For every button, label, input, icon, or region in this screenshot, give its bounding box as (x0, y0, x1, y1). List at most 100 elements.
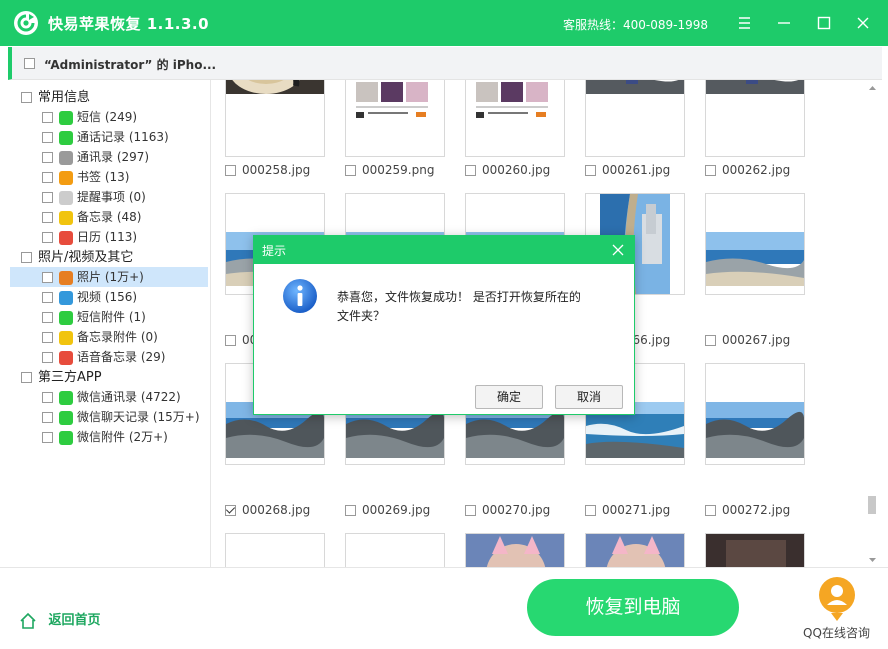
photo-filename: 000262.jpg (722, 163, 791, 177)
category-row[interactable]: 第三方APP (0, 367, 208, 387)
scrollbar-thumb[interactable] (868, 496, 876, 514)
photo-thumbnail[interactable] (465, 80, 565, 157)
reminder-icon (59, 190, 73, 205)
sidebar-item[interactable]: 视频 (156) (10, 287, 208, 307)
photo-checkbox[interactable] (465, 505, 476, 516)
sidebar-item[interactable]: 书签 (13) (10, 167, 208, 187)
sidebar-item-checkbox[interactable] (42, 232, 53, 243)
back-home-label: 返回首页 (48, 613, 101, 628)
sidebar-item-checkbox[interactable] (42, 132, 53, 143)
scroll-down-icon[interactable] (865, 554, 880, 566)
qq-consult-label: QQ在线咨询 (803, 626, 870, 640)
category-checkbox[interactable] (21, 252, 32, 263)
photo-thumbnail[interactable] (585, 533, 685, 567)
photo-checkbox[interactable] (345, 505, 356, 516)
maximize-icon[interactable] (811, 10, 837, 36)
category-row[interactable]: 常用信息 (0, 87, 208, 107)
dialog-close-icon[interactable] (610, 242, 626, 258)
minimize-icon[interactable] (771, 10, 797, 36)
photo-thumbnail[interactable] (585, 80, 685, 157)
sidebar-item[interactable]: 通讯录 (297) (10, 147, 208, 167)
sidebar-item-label: 书签 (13) (77, 170, 130, 184)
photo-filename-row: 000272.jpg (705, 502, 790, 518)
photo-thumbnail[interactable] (345, 80, 445, 157)
sidebar-item-checkbox[interactable] (42, 212, 53, 223)
device-checkbox[interactable] (24, 58, 35, 69)
photo-thumbnail[interactable] (705, 533, 805, 567)
dialog-cancel-button[interactable]: 取消 (555, 385, 623, 409)
photo-filename-row: 000260.jpg (465, 162, 550, 178)
photo-checkbox[interactable] (465, 165, 476, 176)
photo-thumbnail[interactable] (705, 363, 805, 465)
sidebar-item-checkbox[interactable] (42, 412, 53, 423)
sidebar-item-checkbox[interactable] (42, 172, 53, 183)
sidebar-item-label: 日历 (113) (77, 230, 138, 244)
photo-thumbnail[interactable] (225, 80, 325, 157)
gallery-scrollbar[interactable] (865, 80, 880, 567)
sidebar-item[interactable]: 短信 (249) (10, 107, 208, 127)
sidebar-item[interactable]: 通话记录 (1163) (10, 127, 208, 147)
photo-thumbnail[interactable] (465, 533, 565, 567)
sidebar-item-checkbox[interactable] (42, 112, 53, 123)
dialog-header: 提示 (254, 236, 634, 264)
back-home-link[interactable]: 返回首页 (18, 611, 101, 631)
sidebar-item[interactable]: 备忘录附件 (0) (10, 327, 208, 347)
photo-thumbnail[interactable] (705, 193, 805, 295)
sidebar-item[interactable]: 日历 (113) (10, 227, 208, 247)
sidebar-item-checkbox[interactable] (42, 332, 53, 343)
sms-attachment-icon (59, 310, 73, 325)
photo-checkbox[interactable] (585, 505, 596, 516)
photo-checkbox[interactable] (705, 335, 716, 346)
dialog-ok-button[interactable]: 确定 (475, 385, 543, 409)
dialog-title: 提示 (262, 244, 287, 258)
sidebar-item-label: 微信聊天记录 (15万+) (77, 410, 200, 424)
sidebar-item-checkbox[interactable] (42, 392, 53, 403)
photo-thumbnail[interactable] (345, 533, 445, 567)
sidebar-item[interactable]: 备忘录 (48) (10, 207, 208, 227)
sidebar-item[interactable]: 短信附件 (1) (10, 307, 208, 327)
sidebar-item-checkbox[interactable] (42, 292, 53, 303)
category-checkbox[interactable] (21, 92, 32, 103)
sidebar-item-checkbox[interactable] (42, 312, 53, 323)
sidebar-item[interactable]: 微信聊天记录 (15万+) (10, 407, 208, 427)
menu-icon[interactable] (731, 10, 757, 36)
sidebar-item-checkbox[interactable] (42, 192, 53, 203)
photo-checkbox[interactable] (225, 335, 236, 346)
photo-checkbox[interactable] (585, 165, 596, 176)
photo-thumbnail[interactable] (705, 80, 805, 157)
close-icon[interactable] (850, 10, 876, 36)
recover-to-pc-button[interactable]: 恢复到电脑 (527, 579, 739, 636)
photo-filename: 000258.jpg (242, 163, 311, 177)
sidebar-item-label: 通话记录 (1163) (77, 130, 169, 144)
photo-checkbox[interactable] (705, 505, 716, 516)
device-name: “Administrator” 的 iPho... (44, 58, 217, 72)
sidebar-item[interactable]: 微信通讯录 (4722) (10, 387, 208, 407)
category-checkbox[interactable] (21, 372, 32, 383)
info-icon (282, 278, 318, 314)
photo-filename-row: 000271.jpg (585, 502, 670, 518)
photo-thumbnail[interactable] (225, 533, 325, 567)
calendar-icon (59, 230, 73, 245)
scroll-up-icon[interactable] (865, 82, 880, 94)
home-icon (20, 612, 36, 629)
photo-checkbox[interactable] (345, 165, 356, 176)
photo-filename-row: 000259.png (345, 162, 434, 178)
sidebar-item-checkbox[interactable] (42, 352, 53, 363)
sidebar-item[interactable]: 语音备忘录 (29) (10, 347, 208, 367)
sidebar-item[interactable]: 提醒事项 (0) (10, 187, 208, 207)
sidebar-item[interactable]: 微信附件 (2万+) (10, 427, 208, 447)
category-label: 照片/视频及其它 (38, 250, 134, 265)
qq-support-icon (819, 577, 855, 621)
photo-filename-row: 000262.jpg (705, 162, 790, 178)
photo-checkbox[interactable] (225, 165, 236, 176)
photo-checkbox[interactable] (705, 165, 716, 176)
sidebar-item-label: 短信附件 (1) (77, 310, 146, 324)
photo-filename: 000260.jpg (482, 163, 551, 177)
phone-icon (59, 130, 73, 145)
photo-checkbox[interactable] (225, 505, 236, 516)
sidebar-item-checkbox[interactable] (42, 272, 53, 283)
sidebar-item[interactable]: 照片 (1万+) (10, 267, 208, 287)
sidebar-item-checkbox[interactable] (42, 152, 53, 163)
sidebar-item-checkbox[interactable] (42, 432, 53, 443)
category-row[interactable]: 照片/视频及其它 (0, 247, 208, 267)
